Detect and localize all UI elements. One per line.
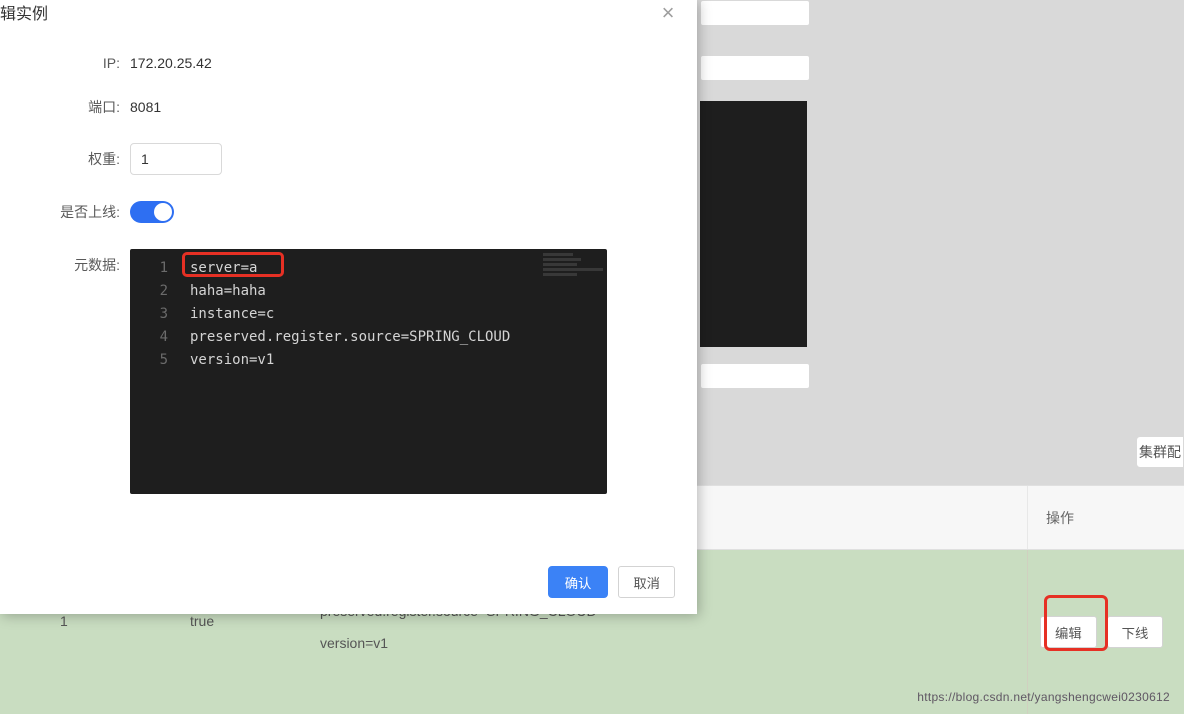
modal-footer: 确认 取消: [548, 566, 675, 598]
form-row-weight: 权重:: [0, 143, 677, 175]
form-row-port: 端口: 8081: [0, 97, 677, 117]
edit-button[interactable]: 编辑: [1040, 616, 1097, 648]
online-toggle[interactable]: [130, 201, 174, 223]
modal-form: IP: 172.20.25.42 端口: 8081 权重: 是否上线: 元数据:…: [0, 55, 677, 520]
cell-status: true: [190, 613, 214, 629]
highlight-server-a: [182, 252, 284, 277]
port-label: 端口:: [0, 97, 130, 117]
weight-input[interactable]: [130, 143, 222, 175]
toggle-knob: [154, 203, 172, 221]
line-number: 1: [130, 257, 178, 280]
line-number: 5: [130, 349, 178, 372]
confirm-button[interactable]: 确认: [548, 566, 609, 598]
form-row-ip: IP: 172.20.25.42: [0, 55, 677, 71]
online-label: 是否上线:: [0, 202, 130, 222]
edit-instance-modal: 辑实例 × IP: 172.20.25.42 端口: 8081 权重: 是否上线…: [0, 0, 697, 614]
ip-value: 172.20.25.42: [130, 55, 212, 71]
cluster-config-button[interactable]: 集群配: [1136, 436, 1184, 468]
line-number: 4: [130, 326, 178, 349]
editor-line: haha=haha: [190, 280, 510, 303]
metadata-label: 元数据:: [0, 249, 130, 275]
bg-dark-panel: [700, 101, 807, 347]
offline-button[interactable]: 下线: [1107, 616, 1164, 648]
cancel-button[interactable]: 取消: [618, 566, 675, 598]
close-icon[interactable]: ×: [657, 2, 679, 24]
cell-metadata-line: version=v1: [320, 627, 597, 659]
editor-minimap: [543, 253, 603, 283]
watermark: https://blog.csdn.net/yangshengcwei02306…: [917, 690, 1170, 704]
port-value: 8081: [130, 99, 161, 115]
modal-title: 辑实例: [0, 0, 48, 24]
bg-input-3[interactable]: [700, 363, 810, 389]
editor-gutter: 1 2 3 4 5: [130, 257, 178, 372]
form-row-metadata: 元数据: 1 2 3 4 5 server=a haha=haha instan…: [0, 249, 677, 494]
editor-line: version=v1: [190, 349, 510, 372]
form-row-online: 是否上线:: [0, 201, 677, 223]
metadata-editor[interactable]: 1 2 3 4 5 server=a haha=haha instance=c …: [130, 249, 607, 494]
bg-input-1[interactable]: [700, 0, 810, 26]
line-number: 3: [130, 303, 178, 326]
bg-input-2[interactable]: [700, 55, 810, 81]
editor-line: instance=c: [190, 303, 510, 326]
editor-line: preserved.register.source=SPRING_CLOUD: [190, 326, 510, 349]
table-header-ops: 操作: [1027, 486, 1184, 549]
line-number: 2: [130, 280, 178, 303]
weight-label: 权重:: [0, 149, 130, 169]
cell-weight: 1: [60, 613, 68, 629]
ip-label: IP:: [0, 55, 130, 71]
